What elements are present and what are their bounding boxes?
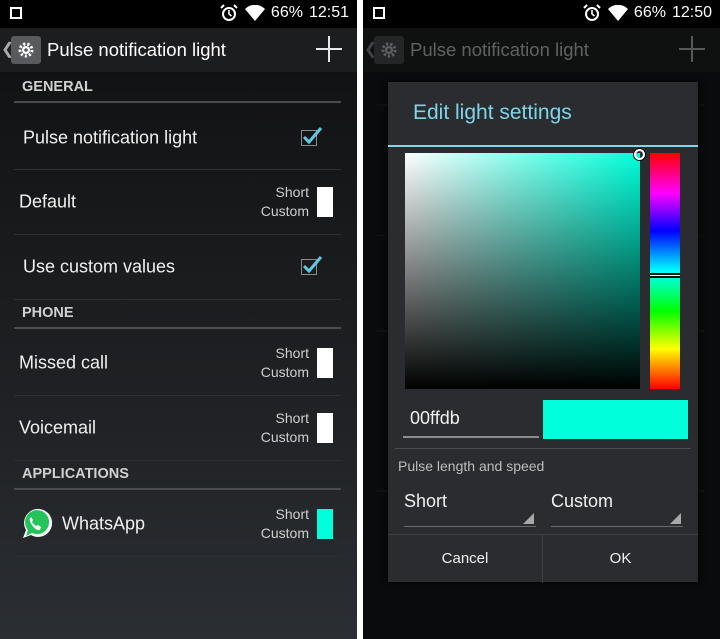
- ok-button[interactable]: OK: [543, 535, 698, 583]
- pulse-speed: Custom: [260, 429, 309, 445]
- section-header-phone: PHONE: [14, 305, 341, 329]
- page-title: Pulse notification light: [47, 39, 226, 60]
- alarm-clock-icon: [582, 4, 602, 22]
- right-screen: 66% 12:50 ❮ Pulse notification light Edi…: [363, 0, 720, 639]
- add-icon: [679, 36, 705, 62]
- row-label: Default: [19, 191, 77, 212]
- default-row[interactable]: Default Short Custom: [14, 170, 341, 235]
- spinner-value: Custom: [551, 491, 614, 511]
- color-picker-handle[interactable]: [634, 149, 645, 160]
- divider: [395, 448, 691, 449]
- pulse-summary: Short Custom: [261, 183, 309, 221]
- use-custom-values-row[interactable]: Use custom values: [14, 235, 341, 300]
- dialog-buttons: Cancel OK: [388, 534, 698, 583]
- checkbox-checked-icon[interactable]: [301, 126, 323, 146]
- whatsapp-row[interactable]: WhatsApp Short Custom: [14, 492, 341, 557]
- pulse-speed-spinner[interactable]: Custom: [551, 487, 683, 527]
- color-swatch: [317, 509, 333, 539]
- title-divider: [388, 145, 698, 147]
- battery-percent: 66%: [633, 4, 666, 21]
- hue-slider[interactable]: [650, 153, 680, 389]
- notification-square-icon: [373, 7, 385, 19]
- pulse-length-speed-label: Pulse length and speed: [398, 458, 545, 474]
- alarm-clock-icon: [219, 4, 239, 22]
- battery-percent: 66%: [270, 4, 303, 21]
- action-bar: ❮ Pulse notification light: [0, 28, 357, 72]
- voicemail-row[interactable]: Voicemail Short Custom: [14, 396, 341, 461]
- pulse-length-spinner[interactable]: Short: [404, 487, 536, 527]
- section-header-general: GENERAL: [14, 79, 341, 103]
- hex-color-input[interactable]: 00ffdb: [403, 400, 539, 438]
- pulse-length: Short: [275, 410, 309, 426]
- pulse-speed: Custom: [260, 525, 309, 541]
- row-label: Use custom values: [23, 256, 176, 277]
- spinner-value: Short: [404, 491, 448, 511]
- left-screen: 66% 12:51 ❮ Pulse notification light GEN…: [0, 0, 357, 639]
- row-label: Missed call: [19, 352, 109, 373]
- gear-icon[interactable]: [11, 36, 41, 64]
- pulse-length: Short: [275, 184, 309, 200]
- status-bar: 66% 12:50: [363, 0, 720, 28]
- checkbox-checked-icon[interactable]: [301, 256, 323, 275]
- add-icon[interactable]: [316, 36, 342, 62]
- pulse-speed: Custom: [260, 203, 309, 219]
- hue-slider-handle[interactable]: [650, 273, 680, 278]
- pulse-length: Short: [275, 506, 309, 522]
- wifi-icon: [607, 5, 628, 21]
- saturation-value-picker[interactable]: [405, 153, 640, 389]
- edit-light-dialog: Edit light settings 00ffdb Pulse length …: [388, 82, 698, 583]
- gear-icon: [374, 36, 404, 64]
- color-preview: [543, 400, 688, 439]
- dialog-title: Edit light settings: [413, 101, 572, 124]
- pulse-summary: Short Custom: [261, 409, 309, 447]
- status-bar: 66% 12:51: [0, 0, 357, 28]
- pulse-length: Short: [275, 345, 309, 361]
- status-time: 12:51: [308, 4, 349, 21]
- missed-call-row[interactable]: Missed call Short Custom: [14, 331, 341, 396]
- row-label: Voicemail: [19, 417, 97, 438]
- row-label: WhatsApp: [62, 513, 146, 534]
- pulse-summary: Short Custom: [261, 505, 309, 543]
- wifi-icon: [244, 5, 265, 21]
- row-label: Pulse notification light: [23, 127, 198, 147]
- section-header-applications: APPLICATIONS: [14, 466, 341, 490]
- action-bar: ❮ Pulse notification light: [363, 28, 720, 72]
- status-time: 12:50: [671, 4, 712, 21]
- color-swatch: [317, 187, 333, 217]
- cancel-button[interactable]: Cancel: [388, 535, 543, 583]
- pulse-speed: Custom: [260, 364, 309, 380]
- spinner-triangle-icon: [523, 513, 534, 524]
- pulse-notification-light-row[interactable]: Pulse notification light: [14, 106, 341, 170]
- pulse-summary: Short Custom: [261, 344, 309, 382]
- notification-square-icon: [10, 7, 22, 19]
- color-swatch: [317, 348, 333, 378]
- whatsapp-icon: [19, 506, 53, 547]
- spinner-triangle-icon: [670, 513, 681, 524]
- color-swatch: [317, 413, 333, 443]
- page-title: Pulse notification light: [410, 39, 589, 60]
